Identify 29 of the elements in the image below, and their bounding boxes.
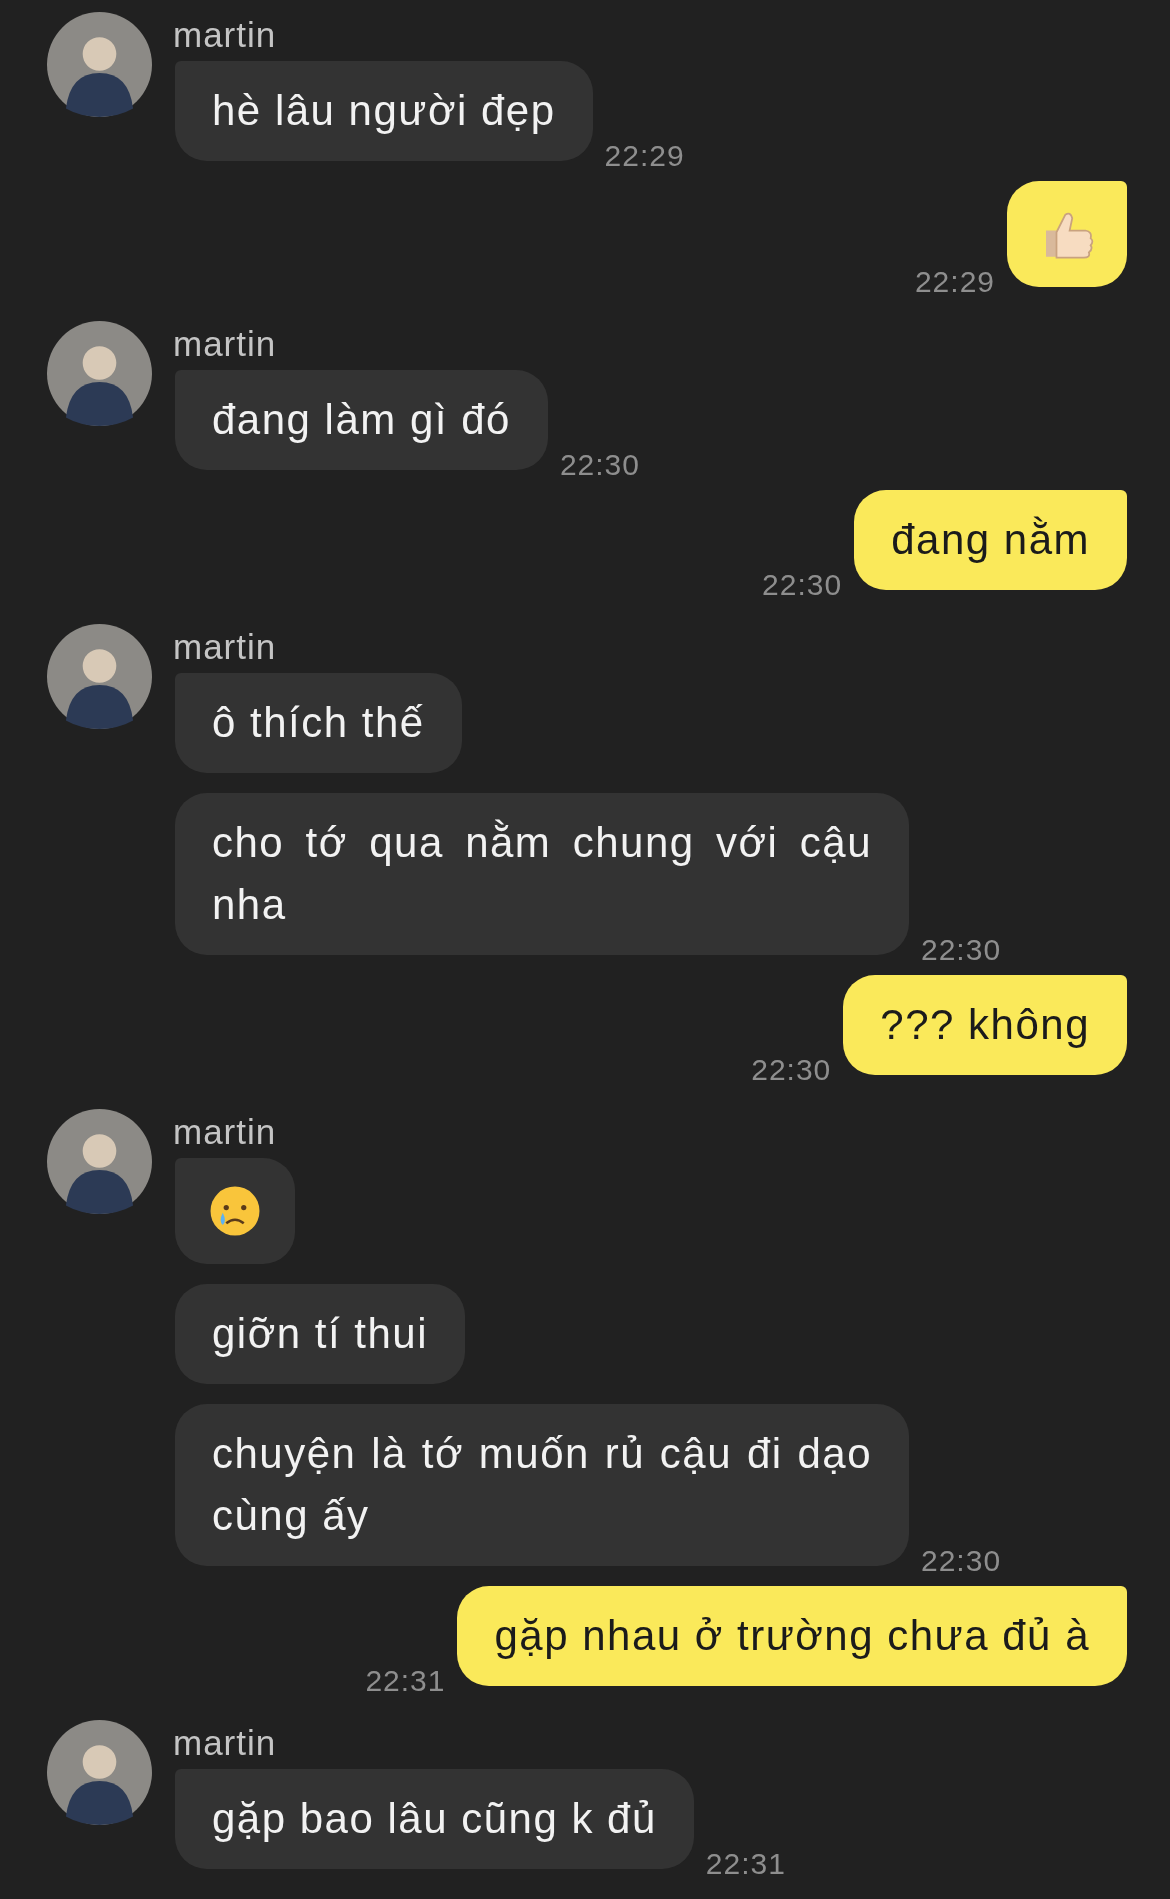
avatar-icon[interactable] (47, 1109, 152, 1214)
message-bubble: hè lâu người đẹp (175, 61, 593, 161)
sender-name: martin (173, 1725, 278, 1761)
sender-name: martin (173, 629, 278, 665)
message-time: 22:30 (559, 450, 640, 480)
message-bubble: gặp nhau ở trường chưa đủ à (457, 1586, 1127, 1686)
sender-name: martin (173, 1114, 278, 1150)
message-time: 22:31 (705, 1849, 786, 1879)
message-time: 22:29 (604, 141, 685, 171)
avatar-icon[interactable] (47, 12, 152, 117)
message-time: 22:30 (762, 570, 843, 600)
message-time: 22:30 (751, 1055, 832, 1085)
message-bubble: chuyện là tớ muốn rủ cậu đi dạo cùng ấy (175, 1404, 909, 1566)
message-bubble: ô thích thế (175, 673, 462, 773)
message-bubble: gặp bao lâu cũng k đủ (175, 1769, 694, 1869)
message-bubble: cho tớ qua nằm chung với cậu nha (175, 793, 909, 955)
message-time: 22:29 (914, 267, 995, 297)
avatar-icon[interactable] (47, 321, 152, 426)
message-bubble: đang làm gì đó (175, 370, 548, 470)
message-time: 22:30 (921, 935, 1002, 965)
message-time: 22:30 (921, 1546, 1002, 1576)
message-bubble: đang nằm (854, 490, 1127, 590)
avatar-icon[interactable] (47, 1720, 152, 1825)
sender-name: martin (173, 326, 278, 362)
message-time: 22:31 (365, 1666, 446, 1696)
message-bubble: giỡn tí thui (175, 1284, 465, 1384)
sender-name: martin (173, 17, 278, 53)
avatar-icon[interactable] (47, 624, 152, 729)
message-bubble: ??? không (843, 975, 1127, 1075)
